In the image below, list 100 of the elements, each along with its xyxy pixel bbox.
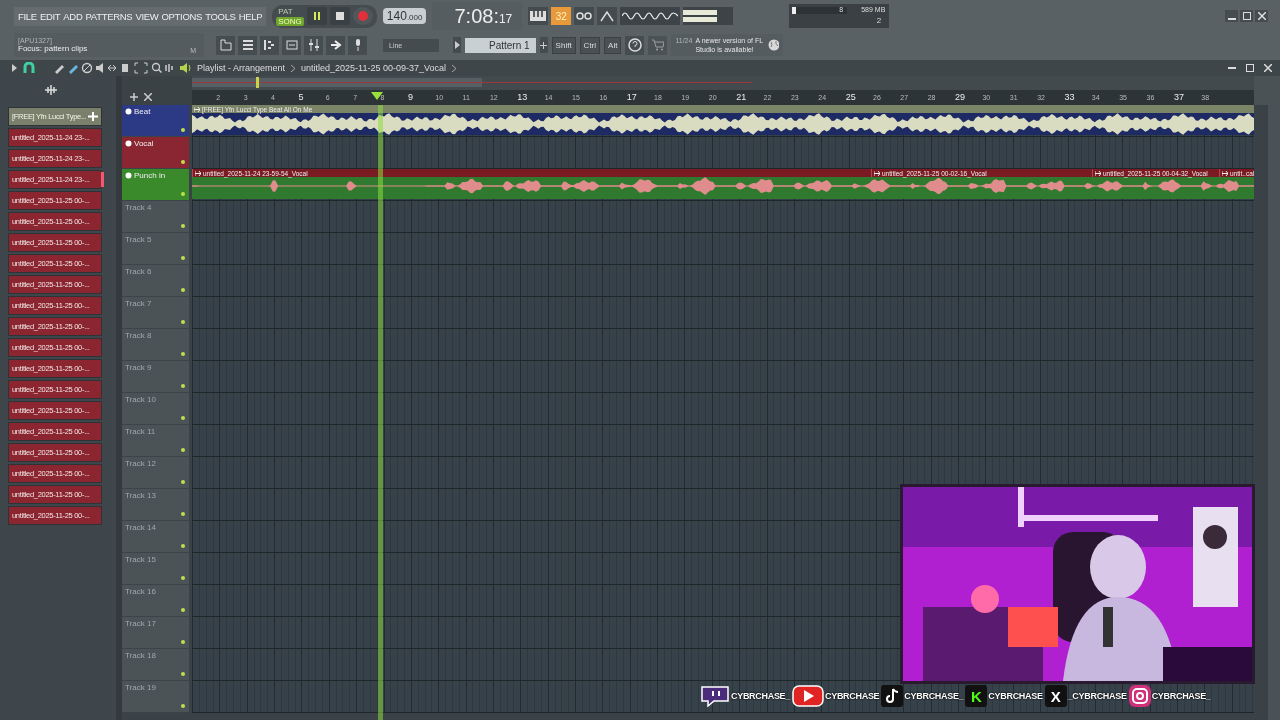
track-header[interactable]: Track 14 [122, 521, 189, 553]
speaker-icon[interactable] [179, 62, 191, 74]
maximize-button[interactable] [1240, 10, 1253, 22]
track-header[interactable]: Track 9 [122, 361, 189, 393]
track-led[interactable] [181, 192, 185, 196]
play-pause-button[interactable] [306, 7, 327, 25]
track-led[interactable] [181, 512, 185, 516]
pattern-arrow-button[interactable] [453, 37, 461, 53]
track-led[interactable] [181, 544, 185, 548]
track-lane[interactable] [192, 137, 1254, 169]
track-header[interactable]: Track 12 [122, 457, 189, 489]
mode-toggle[interactable]: PAT [276, 6, 304, 16]
track-header[interactable]: Beat [122, 105, 189, 137]
track-lane[interactable] [192, 201, 1254, 233]
track-header[interactable]: Track 19 [122, 681, 189, 713]
add-pattern-button[interactable] [539, 37, 548, 53]
triangle-icon [454, 41, 460, 49]
tempo-display[interactable]: 140.000 [382, 8, 427, 24]
track-lane[interactable] [192, 297, 1254, 329]
track-header[interactable]: Track 11 [122, 425, 189, 457]
music-note-icon [881, 685, 904, 707]
power-icon[interactable] [125, 108, 132, 115]
track-lane[interactable] [192, 393, 1254, 425]
track-header[interactable]: Track 18 [122, 649, 189, 681]
track-led[interactable] [181, 480, 185, 484]
magnet-icon[interactable] [23, 62, 35, 74]
delete-icon[interactable] [144, 93, 152, 101]
menu-item[interactable]: OPTIONS [161, 10, 203, 22]
minimize-icon[interactable] [1228, 64, 1236, 72]
browser-button[interactable] [216, 35, 235, 55]
minimize-button[interactable] [1225, 10, 1238, 22]
track-led[interactable] [181, 320, 185, 324]
close-icon[interactable] [1264, 64, 1272, 72]
plus-icon[interactable] [130, 93, 138, 101]
playhead-marker[interactable] [371, 92, 383, 100]
track-led[interactable] [181, 352, 185, 356]
playlist-button[interactable] [282, 35, 301, 55]
track-led[interactable] [181, 416, 185, 420]
track-header[interactable]: Track 10 [122, 393, 189, 425]
track-lane[interactable] [192, 233, 1254, 265]
modifier-key[interactable]: Ctrl [579, 36, 601, 54]
track-lane[interactable] [192, 425, 1254, 457]
track-header[interactable]: Vocal [122, 137, 189, 169]
mixer-button[interactable] [304, 35, 323, 55]
track-led[interactable] [181, 576, 185, 580]
modifier-key[interactable]: Alt [604, 36, 622, 54]
track-header[interactable]: Track 13 [122, 489, 189, 521]
track-led[interactable] [181, 224, 185, 228]
channel-rack-button[interactable] [238, 35, 257, 55]
menu-item[interactable]: FILE [18, 10, 37, 22]
keyboard-button[interactable] [528, 7, 549, 25]
menu-item[interactable]: HELP [238, 10, 263, 22]
track-header[interactable]: Track 16 [122, 585, 189, 617]
track-header[interactable]: Track 7 [122, 297, 189, 329]
track-led[interactable] [181, 256, 185, 260]
track-led[interactable] [181, 608, 185, 612]
track-led[interactable] [181, 384, 185, 388]
menu-item[interactable]: TOOLS [205, 10, 236, 22]
piano-roll-button[interactable] [260, 35, 279, 55]
globe-icon[interactable] [768, 39, 780, 51]
menu-item[interactable]: PATTERNS [85, 10, 133, 22]
arrow-button[interactable] [326, 35, 345, 55]
maximize-icon[interactable] [1246, 64, 1254, 72]
help-button[interactable] [625, 35, 645, 55]
close-button[interactable] [1255, 10, 1268, 22]
track-header[interactable]: Track 8 [122, 329, 189, 361]
track-header[interactable]: Track 4 [122, 201, 189, 233]
microphone-button[interactable] [348, 35, 367, 55]
metronome-button[interactable] [597, 7, 618, 25]
track-lane[interactable] [192, 329, 1254, 361]
track-header[interactable]: Track 6 [122, 265, 189, 297]
toolbar-icons-drawing[interactable] [53, 62, 173, 74]
track-led[interactable] [181, 160, 185, 164]
track-lane[interactable] [192, 361, 1254, 393]
menu-item[interactable]: ADD [63, 10, 83, 22]
track-name: Track 17 [125, 619, 156, 628]
track-lane[interactable] [192, 457, 1254, 489]
modifier-key[interactable]: Shift [551, 36, 576, 54]
power-icon[interactable] [125, 172, 132, 179]
menu-item[interactable]: VIEW [135, 10, 159, 22]
waveform-icon[interactable] [44, 85, 58, 95]
track-header[interactable]: Track 17 [122, 617, 189, 649]
loop-button[interactable] [574, 7, 595, 25]
track-led[interactable] [181, 128, 185, 132]
track-lane[interactable] [192, 265, 1254, 297]
pattern-selector[interactable]: Pattern 1 [465, 37, 536, 53]
track-header[interactable]: Track 5 [122, 233, 189, 265]
track-led[interactable] [181, 288, 185, 292]
power-icon[interactable] [125, 140, 132, 147]
stop-icon [335, 12, 344, 20]
chevron-icon [291, 64, 296, 72]
triangle-icon[interactable] [12, 64, 17, 72]
track-led[interactable] [181, 704, 185, 708]
track-led[interactable] [181, 640, 185, 644]
track-led[interactable] [181, 448, 185, 452]
menu-item[interactable]: EDIT [39, 10, 61, 22]
stop-button[interactable] [329, 7, 350, 25]
track-header[interactable]: Punch in [122, 169, 189, 201]
track-led[interactable] [181, 672, 185, 676]
track-header[interactable]: Track 15 [122, 553, 189, 585]
